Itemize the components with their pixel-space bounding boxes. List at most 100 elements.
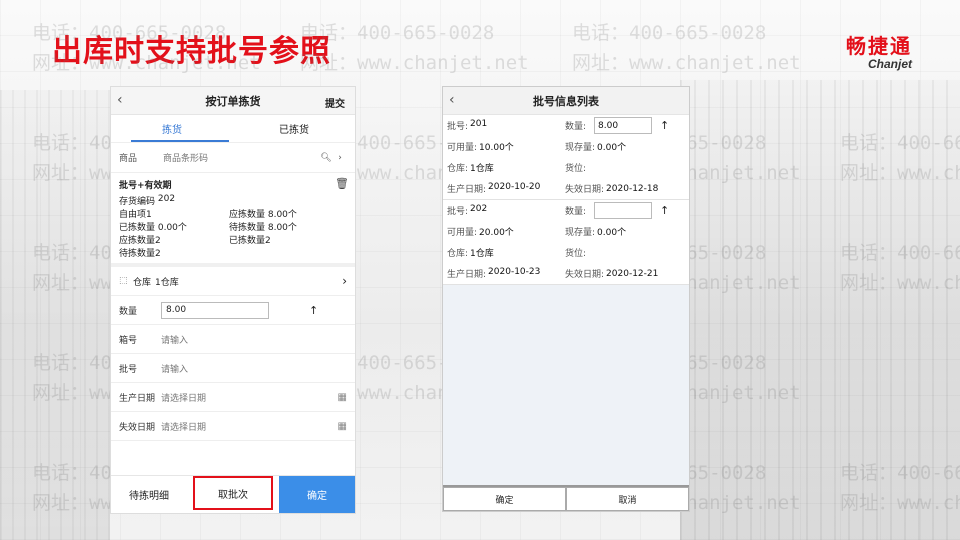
take-batch-button[interactable]: 取批次 <box>193 476 273 510</box>
field-value: 2020-12-18 <box>606 183 659 194</box>
prod-date-input[interactable]: 请选择日期 <box>161 391 338 404</box>
tab-picked[interactable]: 已拣货 <box>233 115 355 142</box>
barcode-input[interactable]: 商品条形码 <box>163 151 319 164</box>
chevron-right-icon[interactable]: › <box>333 153 347 163</box>
calendar-icon[interactable]: ▦ <box>338 392 347 403</box>
batch-entry[interactable]: 批号: 201 数量: 8.00 ↑ 可用量: 10.00个 现存量: 0.00个 仓… <box>443 115 689 200</box>
batch-field: 仓库: 1仓库 <box>447 161 565 174</box>
batch-qty-input[interactable] <box>594 202 653 219</box>
trash-icon[interactable]: 🗑︎ <box>335 177 349 190</box>
scan-icon[interactable]: ⬚ <box>119 276 133 286</box>
exp-date-input[interactable]: 请选择日期 <box>161 420 338 433</box>
exp-date-label: 失效日期 <box>119 422 156 433</box>
brand-logo: 畅捷通 Chanjet <box>846 30 912 71</box>
watermark-phone: 电话：400-665-0028 <box>840 132 960 154</box>
batch-line: 生产日期: 2020-10-20 失效日期: 2020-12-18 <box>447 178 685 199</box>
logo-cn: 畅捷通 <box>846 34 912 58</box>
phone-pick-screen: ‹ 按订单拣货 提交 拣货 已拣货 商品 商品条形码 🔍︎ › 批号+有效期 🗑… <box>110 86 356 514</box>
batch-field: 可用量: 10.00个 <box>447 140 565 153</box>
chevron-left-icon[interactable]: ‹ <box>117 92 123 108</box>
field-value: 10.00个 <box>479 143 514 153</box>
item-field: 待拣数量 8.00个 <box>229 223 297 233</box>
arrow-up-icon[interactable]: ↑ <box>660 204 669 217</box>
field-value: 1仓库 <box>470 249 494 259</box>
product-search-row: 商品 商品条形码 🔍︎ › <box>111 143 355 173</box>
batch-line: 可用量: 10.00个 现存量: 0.00个 <box>447 136 685 157</box>
field-label: 生产日期: <box>447 270 487 280</box>
warehouse-row[interactable]: ⬚ 仓库 1仓库 › <box>111 267 355 296</box>
warehouse-label: 仓库 <box>133 277 152 288</box>
item-field: 已拣数量2 <box>229 236 271 246</box>
item-code: 202 <box>157 194 176 204</box>
box-input[interactable]: 请输入 <box>161 333 347 346</box>
field-label: 现存量: <box>565 228 596 238</box>
box-label: 箱号 <box>119 335 138 346</box>
batch-line: 生产日期: 2020-10-23 失效日期: 2020-12-21 <box>447 263 685 284</box>
watermark-phone: 电话：400-665-0028 <box>572 22 767 44</box>
batch-field: 仓库: 1仓库 <box>447 246 565 259</box>
item-field: 自由项1 <box>119 210 152 220</box>
field-value: 2020-10-23 <box>488 267 541 277</box>
field-label: 货位: <box>565 164 587 174</box>
pick-item-card: 批号+有效期 🗑︎ 存货编码 202 自由项1 应拣数量 8.00个 已拣数量 0… <box>111 173 355 267</box>
field-label: 失效日期: <box>565 185 605 195</box>
field-label: 批号: <box>447 122 469 132</box>
cancel-button[interactable]: 取消 <box>566 487 689 511</box>
confirm-button[interactable]: 确定 <box>279 476 355 513</box>
field-label: 货位: <box>565 249 587 259</box>
batch-input[interactable]: 请输入 <box>161 362 347 375</box>
batch-footer: 确定 取消 <box>443 485 689 511</box>
watermark-site: 网址：www.chanjet.net <box>840 492 960 514</box>
batch-field: 批号: 201 <box>447 119 565 132</box>
field-value: 2020-12-21 <box>606 268 659 279</box>
batch-field: 生产日期: 2020-10-23 <box>447 267 565 280</box>
quantity-label: 数量 <box>119 306 138 317</box>
chevron-right-icon[interactable]: › <box>342 274 347 288</box>
field-value: 2020-10-20 <box>488 182 541 192</box>
item-line: 自由项1 应拣数量 8.00个 <box>119 207 347 220</box>
prod-date-row: 生产日期 请选择日期 ▦ <box>111 383 355 412</box>
watermark-site: 网址：www.chanjet.net <box>32 52 261 74</box>
item-code-label: 存货编码 <box>119 197 156 207</box>
batch-qty-input[interactable]: 8.00 <box>594 117 653 134</box>
arrow-up-icon[interactable]: ↑ <box>660 119 669 132</box>
screen-header: ‹ 按订单拣货 提交 <box>111 87 355 115</box>
submit-button[interactable]: 提交 <box>325 95 345 110</box>
field-label: 数量: <box>565 122 587 132</box>
field-label: 数量: <box>565 207 587 217</box>
chevron-left-icon[interactable]: ‹ <box>449 92 455 108</box>
item-field: 应拣数量2 <box>119 236 161 246</box>
search-icon[interactable]: 🔍︎ <box>319 153 333 163</box>
quantity-input[interactable]: 8.00 <box>161 301 269 319</box>
field-label: 仓库: <box>447 164 469 174</box>
watermark-site: 网址：www.chanjet.net <box>300 52 529 74</box>
calendar-icon[interactable]: ▦ <box>338 421 347 432</box>
item-field: 应拣数量 8.00个 <box>229 210 297 220</box>
field-label: 批号: <box>447 207 469 217</box>
batch-entry[interactable]: 批号: 202 数量: ↑ 可用量: 20.00个 现存量: 0.00个 仓库: 1仓库… <box>443 200 689 285</box>
tab-pick[interactable]: 拣货 <box>111 115 233 142</box>
field-label: 可用量: <box>447 228 478 238</box>
batch-line: 仓库: 1仓库 货位: <box>447 242 685 263</box>
batch-line: 批号: 201 数量: 8.00 ↑ <box>447 115 685 136</box>
arrow-up-icon[interactable]: ↑ <box>309 304 318 317</box>
item-heading: 批号+有效期 <box>119 181 172 191</box>
screen-header: ‹ 批号信息列表 <box>443 87 689 115</box>
batch-line: 批号: 202 数量: ↑ <box>447 200 685 221</box>
prod-date-label: 生产日期 <box>119 393 156 404</box>
batch-row: 批号 请输入 <box>111 354 355 383</box>
confirm-button[interactable]: 确定 <box>443 487 566 511</box>
field-value: 0.00个 <box>597 228 627 238</box>
watermark-phone: 电话：400-665-0028 <box>300 22 495 44</box>
watermark-phone: 电话：400-665-0028 <box>840 462 960 484</box>
watermark-phone: 电话：400-665-0028 <box>840 242 960 264</box>
batch-line: 可用量: 20.00个 现存量: 0.00个 <box>447 221 685 242</box>
batch-field: 生产日期: 2020-10-20 <box>447 182 565 195</box>
pending-detail-button[interactable]: 待拣明细 <box>111 476 187 513</box>
exp-date-row: 失效日期 请选择日期 ▦ <box>111 412 355 441</box>
pick-footer: 待拣明细 取批次 确定 <box>111 475 355 513</box>
field-value: 201 <box>470 119 488 129</box>
warehouse-value: 1仓库 <box>155 277 179 288</box>
quantity-row: 数量 8.00 ↑ <box>111 296 355 325</box>
screen-title: 按订单拣货 <box>205 94 261 108</box>
